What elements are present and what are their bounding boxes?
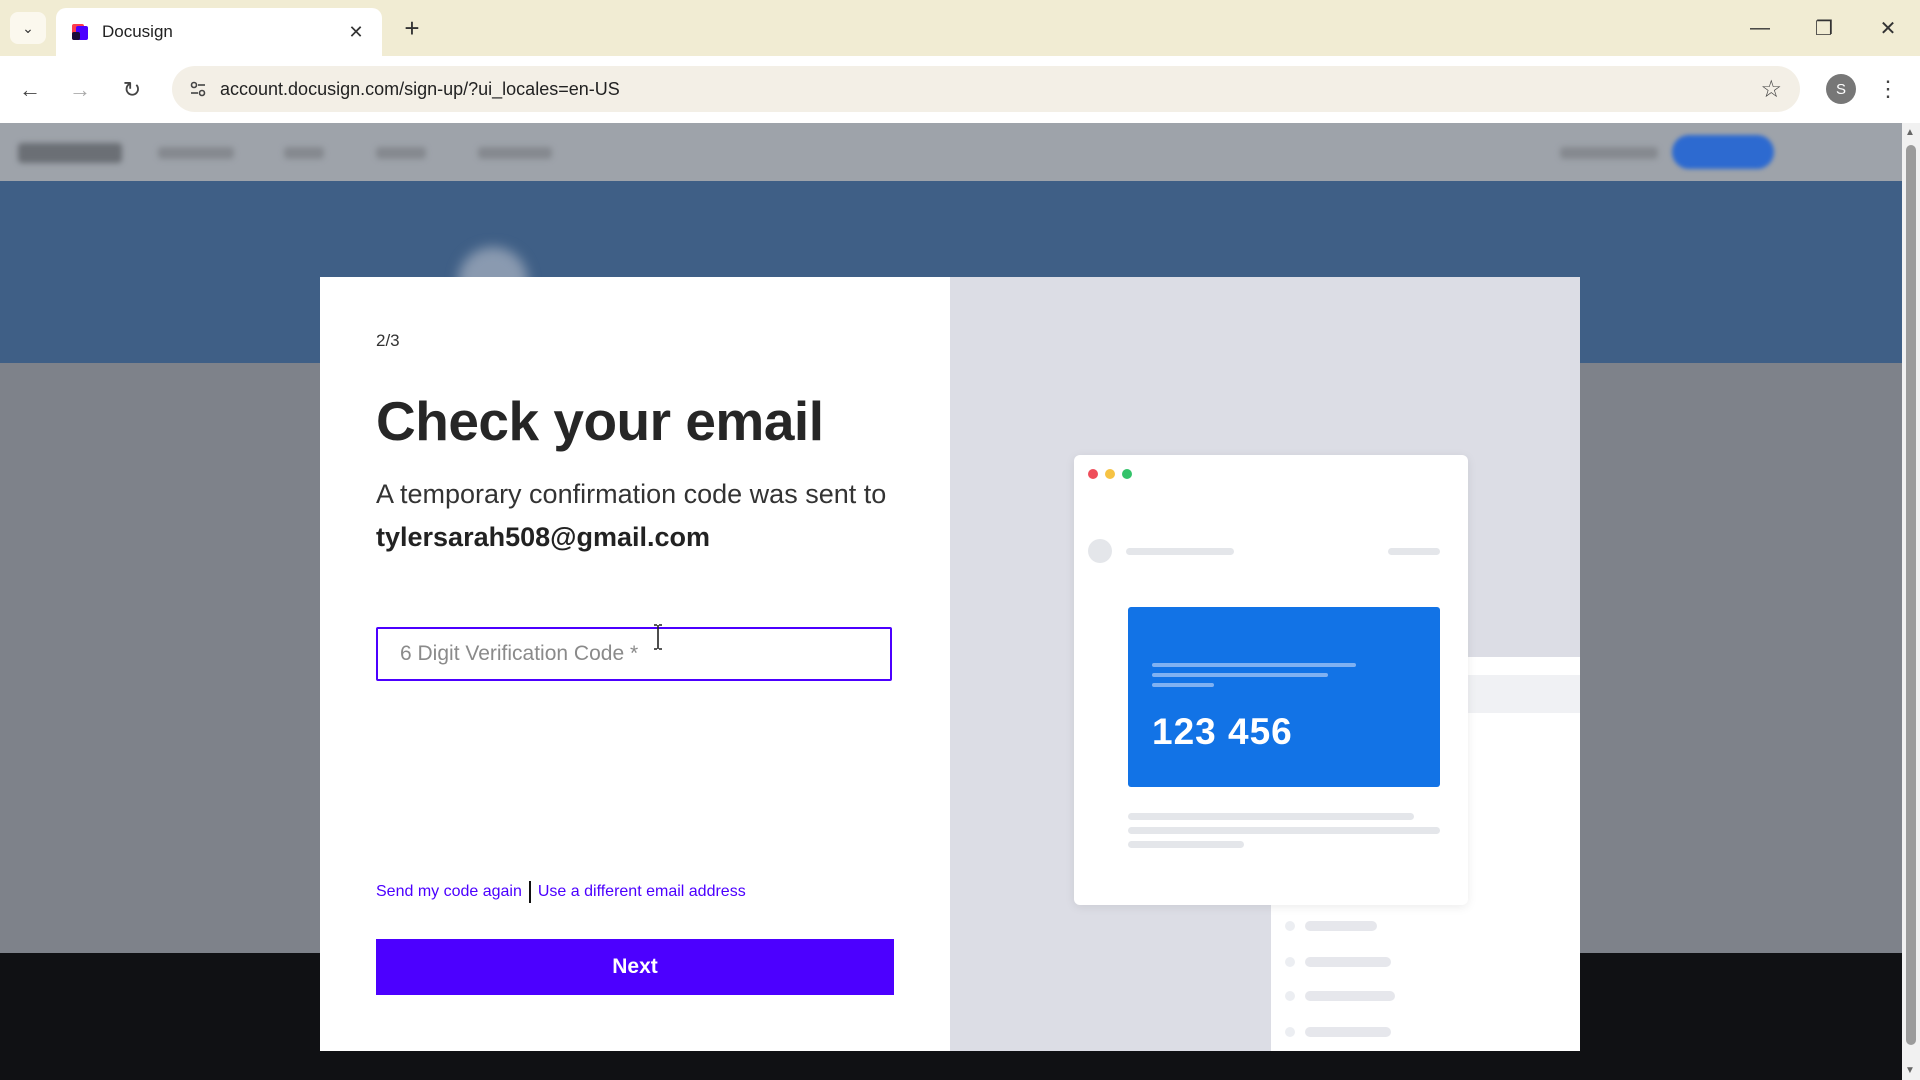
illustration-line [1128, 841, 1244, 848]
text-cursor-icon [654, 624, 662, 650]
window-dot-yellow-icon [1105, 469, 1115, 479]
background-cta [1672, 135, 1774, 169]
tab-docusign[interactable]: Docusign ✕ [56, 8, 382, 56]
site-info-icon[interactable] [182, 73, 214, 105]
restore-button[interactable]: ❐ [1794, 0, 1854, 56]
tab-search-button[interactable]: ⌄ [10, 12, 46, 44]
tab-bar: ⌄ Docusign ✕ + — ❐ ✕ [0, 0, 1920, 56]
link-divider [528, 881, 531, 903]
profile-avatar[interactable]: S [1826, 74, 1856, 104]
sample-code: 123 456 [1152, 711, 1293, 752]
illustration-line [1152, 683, 1214, 687]
resend-code-link[interactable]: Send my code again [376, 883, 522, 901]
next-button[interactable]: Next [376, 939, 894, 995]
illustration-email-card: 123 456 [1074, 455, 1468, 905]
background-nav-link [284, 147, 324, 159]
illustration-line [1305, 921, 1377, 931]
illustration-dot [1285, 957, 1295, 967]
confirmation-message: A temporary confirmation code was sent t… [376, 473, 896, 559]
tab-title: Docusign [102, 22, 173, 41]
step-indicator: 2/3 [376, 331, 400, 350]
browser-menu-icon[interactable]: ⋮ [1877, 72, 1899, 106]
different-email-link[interactable]: Use a different email address [538, 883, 746, 901]
background-nav-link [376, 147, 426, 159]
illustration-line [1305, 1027, 1391, 1037]
illustration-line [1126, 548, 1234, 555]
url-text: account.docusign.com/sign-up/?ui_locales… [220, 79, 620, 99]
illustration-line [1152, 663, 1356, 667]
bookmark-star-icon[interactable]: ☆ [1760, 75, 1782, 104]
illustration-dot [1285, 991, 1295, 1001]
new-tab-button[interactable]: + [398, 13, 426, 43]
email-illustration: 123 456 [950, 277, 1580, 1051]
verification-code-input[interactable] [376, 627, 892, 681]
background-nav-link [158, 147, 234, 159]
forward-button[interactable]: → [64, 74, 96, 106]
browser-chrome: ⌄ Docusign ✕ + — ❐ ✕ ← → ↻ account.docus… [0, 0, 1920, 124]
scrollbar-thumb[interactable] [1906, 145, 1916, 1045]
illustration-dot [1285, 1027, 1295, 1037]
close-tab-icon[interactable]: ✕ [344, 20, 368, 44]
email-address: tylersarah508@gmail.com [376, 522, 710, 552]
illustration-code-card: 123 456 [1128, 607, 1440, 787]
illustration-line [1128, 813, 1414, 820]
background-nav-link [478, 147, 552, 159]
background-nav-link [1560, 147, 1658, 159]
scroll-up-icon[interactable]: ▲ [1905, 127, 1915, 138]
illustration-line [1305, 991, 1395, 1001]
browser-toolbar: ← → ↻ account.docusign.com/sign-up/?ui_l… [0, 56, 1920, 124]
signup-modal: 2/3 Check your email A temporary confirm… [320, 277, 1580, 1051]
illustration-line [1305, 957, 1391, 967]
reload-button[interactable]: ↻ [116, 74, 148, 106]
scroll-down-icon[interactable]: ▼ [1905, 1065, 1915, 1076]
window-dot-green-icon [1122, 469, 1132, 479]
illustration-line [1388, 548, 1440, 555]
docusign-favicon-icon [70, 22, 90, 42]
code-links: Send my code again Use a different email… [376, 881, 746, 903]
chevron-down-icon: ⌄ [22, 19, 34, 36]
page-scrollbar[interactable]: ▲ ▼ [1902, 123, 1920, 1080]
page-title: Check your email [376, 390, 824, 452]
illustration-line [1128, 827, 1440, 834]
close-window-button[interactable]: ✕ [1858, 0, 1918, 56]
back-button[interactable]: ← [14, 74, 46, 106]
illustration-dot [1285, 921, 1295, 931]
illustration-line [1152, 673, 1328, 677]
minimize-button[interactable]: — [1730, 0, 1790, 56]
background-logo [18, 143, 122, 163]
message-text: A temporary confirmation code was sent t… [376, 479, 887, 509]
address-bar[interactable]: account.docusign.com/sign-up/?ui_locales… [172, 66, 1800, 112]
illustration-avatar [1088, 539, 1112, 563]
background-nav [0, 123, 1902, 181]
verification-panel: 2/3 Check your email A temporary confirm… [320, 277, 950, 1051]
window-dot-red-icon [1088, 469, 1098, 479]
